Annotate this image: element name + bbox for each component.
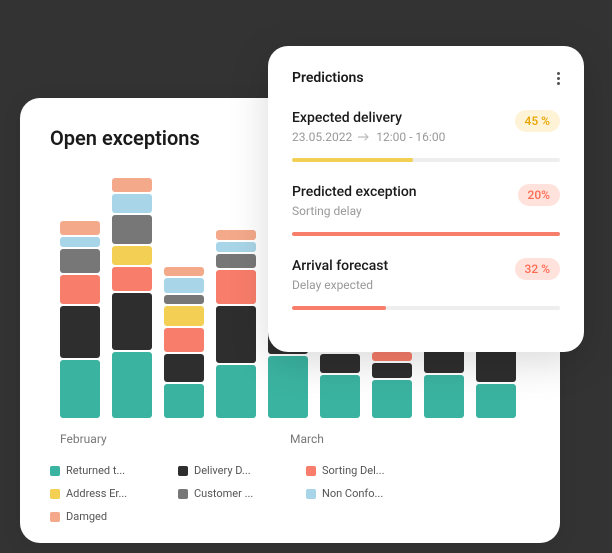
legend-swatch <box>178 466 188 476</box>
legend-item: Address Er... <box>50 487 158 500</box>
bar-segment <box>164 306 204 325</box>
legend-swatch <box>306 466 316 476</box>
bar-segment <box>268 356 308 418</box>
bar-segment <box>112 194 152 213</box>
card-title: Predictions <box>292 70 364 86</box>
prediction-title: Expected delivery <box>292 110 445 126</box>
bar-segment <box>60 360 100 418</box>
predictions-card: Predictions Expected delivery 23.05.2022 1… <box>268 46 584 352</box>
percentage-badge: 20% <box>518 184 560 206</box>
x-axis-labels: February March <box>50 426 530 464</box>
progress-bar <box>292 306 560 310</box>
bar-column <box>164 178 204 418</box>
legend-swatch <box>50 489 60 499</box>
bar-segment <box>372 352 412 362</box>
legend-swatch <box>178 489 188 499</box>
progress-bar <box>292 158 560 162</box>
bar-column <box>60 178 100 418</box>
progress-fill <box>292 232 560 236</box>
bar-segment <box>112 267 152 291</box>
bar-segment <box>60 237 100 247</box>
bar-segment <box>60 249 100 273</box>
legend-swatch <box>306 489 316 499</box>
bar-segment <box>164 267 204 277</box>
bar-segment <box>216 306 256 364</box>
legend-item: Customer ... <box>178 487 286 500</box>
prediction-subtitle: Delay expected <box>292 278 388 292</box>
bar-segment <box>320 354 360 373</box>
legend-label: Sorting Del... <box>322 464 384 477</box>
x-axis-label: February <box>60 432 290 446</box>
more-options-icon[interactable] <box>557 72 560 85</box>
legend-label: Returned t... <box>66 464 125 477</box>
bar-segment <box>216 242 256 252</box>
bar-segment <box>164 328 204 352</box>
prediction-date: 23.05.2022 <box>292 130 352 144</box>
bar-segment <box>216 254 256 268</box>
bar-segment <box>164 295 204 305</box>
legend-swatch <box>50 466 60 476</box>
bar-segment <box>112 178 152 192</box>
legend-item: Sorting Del... <box>306 464 414 477</box>
bar-segment <box>372 363 412 377</box>
bar-segment <box>216 365 256 418</box>
bar-segment <box>112 293 152 350</box>
legend-item: Non Confo... <box>306 487 414 500</box>
legend-label: Non Confo... <box>322 487 383 500</box>
legend-swatch <box>50 512 60 522</box>
progress-fill <box>292 158 413 162</box>
bar-segment <box>112 246 152 265</box>
x-axis-label: March <box>290 432 520 446</box>
percentage-badge: 32 % <box>515 258 560 280</box>
bar-segment <box>164 384 204 418</box>
legend-label: Customer ... <box>194 487 253 500</box>
progress-bar <box>292 232 560 236</box>
prediction-item: Predicted exception Sorting delay 20% <box>292 184 560 236</box>
prediction-item: Arrival forecast Delay expected 32 % <box>292 258 560 310</box>
bar-segment <box>112 352 152 419</box>
prediction-item: Expected delivery 23.05.2022 12:00 - 16:00… <box>292 110 560 162</box>
bar-column <box>216 178 256 418</box>
prediction-time: 12:00 - 16:00 <box>376 130 445 144</box>
bar-segment <box>216 270 256 304</box>
bar-column <box>112 178 152 418</box>
bar-segment <box>320 375 360 418</box>
bar-segment <box>112 215 152 244</box>
bar-segment <box>372 380 412 418</box>
bar-segment <box>476 384 516 418</box>
legend-label: Delivery D... <box>194 464 251 477</box>
bar-segment <box>60 221 100 235</box>
percentage-badge: 45 % <box>515 110 560 132</box>
bar-segment <box>164 354 204 383</box>
prediction-title: Arrival forecast <box>292 258 388 274</box>
legend-label: Damged <box>66 510 107 523</box>
bar-segment <box>60 306 100 359</box>
progress-fill <box>292 306 386 310</box>
prediction-subtitle: 23.05.2022 12:00 - 16:00 <box>292 130 445 144</box>
bar-segment <box>60 275 100 304</box>
bar-segment <box>164 278 204 292</box>
bar-segment <box>216 230 256 240</box>
prediction-title: Predicted exception <box>292 184 417 200</box>
legend-label: Address Er... <box>66 487 127 500</box>
bar-segment <box>424 375 464 418</box>
chart-legend: Returned t... Delivery D... Sorting Del...… <box>50 464 530 523</box>
legend-item: Damged <box>50 510 158 523</box>
arrow-right-icon <box>358 133 370 141</box>
prediction-subtitle: Sorting delay <box>292 204 417 218</box>
legend-item: Returned t... <box>50 464 158 477</box>
legend-item: Delivery D... <box>178 464 286 477</box>
